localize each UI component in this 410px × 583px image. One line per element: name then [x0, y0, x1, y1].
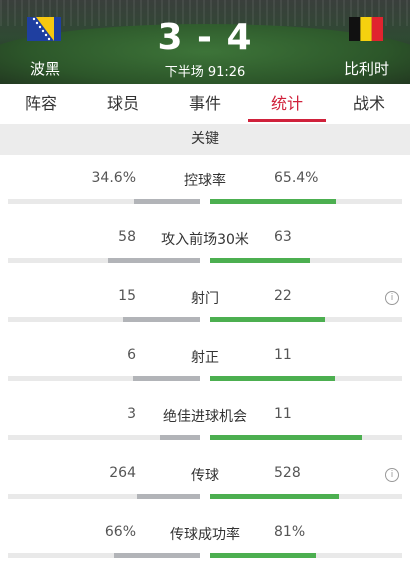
stat-home-bar-track: [8, 494, 200, 499]
stat-away-value: 528: [274, 465, 301, 481]
stat-home-bar-track: [8, 317, 200, 322]
stat-label: 控球率: [184, 173, 226, 189]
stat-away-bar-track: [210, 435, 402, 440]
stat-home-bar-fill: [123, 317, 200, 322]
stat-away-value: 11: [274, 347, 292, 363]
stat-away-value: 22: [274, 288, 292, 304]
stat-away-value: 11: [274, 406, 292, 422]
stat-label: 传球成功率: [170, 527, 240, 543]
stat-away-value: 63: [274, 229, 292, 245]
match-score: 3 - 4: [157, 17, 253, 58]
stat-home-bar-fill: [133, 199, 200, 204]
stat-row: 66% 传球成功率 81%: [0, 524, 410, 583]
tab-players[interactable]: 球员: [82, 84, 164, 124]
stat-away-value: 65.4%: [274, 170, 319, 186]
stat-label: 攻入前场30米: [161, 232, 249, 248]
stat-away-bar-fill: [210, 553, 316, 558]
section-header-key: 关键: [0, 124, 410, 155]
active-tab-indicator: [248, 119, 326, 122]
tab-statistics[interactable]: 统计: [246, 84, 328, 124]
match-header: 波黑 比利时 3 - 4 下半场 91:26: [0, 0, 410, 84]
stat-away-bar-track: [210, 553, 402, 558]
stat-away-bar-fill: [210, 258, 310, 263]
stat-away-bar-track: [210, 199, 402, 204]
stat-away-bar-fill: [210, 376, 335, 381]
stat-label: 传球: [191, 468, 219, 484]
tab-lineup[interactable]: 阵容: [0, 84, 82, 124]
stat-home-bar-fill: [136, 494, 200, 499]
stat-row: 15 射门 22: [0, 288, 410, 347]
tab-tactics[interactable]: 战术: [328, 84, 410, 124]
stat-label: 射正: [191, 350, 219, 366]
match-period-time: 下半场 91:26: [164, 65, 246, 80]
stat-away-bar-fill: [210, 435, 362, 440]
stat-away-bar-track: [210, 494, 402, 499]
tab-events[interactable]: 事件: [164, 84, 246, 124]
stat-home-bar-fill: [132, 376, 200, 381]
stat-away-value: 81%: [274, 524, 306, 540]
stat-home-bar-track: [8, 199, 200, 204]
stat-away-bar-track: [210, 317, 402, 322]
stat-home-bar-fill: [113, 553, 200, 558]
tab-bar: 阵容 球员 事件 统计 战术: [0, 84, 410, 125]
stat-label: 射门: [191, 291, 219, 307]
stat-row: 3 绝佳进球机会 11 i: [0, 406, 410, 482]
stat-home-bar-track: [8, 258, 200, 263]
stat-away-bar-fill: [210, 494, 339, 499]
stat-row: 264 传球 528: [0, 465, 410, 524]
stat-label: 绝佳进球机会: [163, 409, 247, 425]
stat-away-bar-track: [210, 258, 402, 263]
stat-row: 6 射正 11: [0, 347, 410, 406]
stat-away-bar-fill: [210, 199, 336, 204]
stat-home-bar-track: [8, 553, 200, 558]
stat-away-bar-fill: [210, 317, 326, 322]
stat-home-bar-track: [8, 435, 200, 440]
stat-home-bar-fill: [107, 258, 200, 263]
stat-row: 58 攻入前场30米 63 i: [0, 229, 410, 305]
stat-home-bar-track: [8, 376, 200, 381]
stat-home-bar-fill: [159, 435, 200, 440]
stat-away-bar-track: [210, 376, 402, 381]
stat-row: 34.6% 控球率 65.4%: [0, 170, 410, 229]
